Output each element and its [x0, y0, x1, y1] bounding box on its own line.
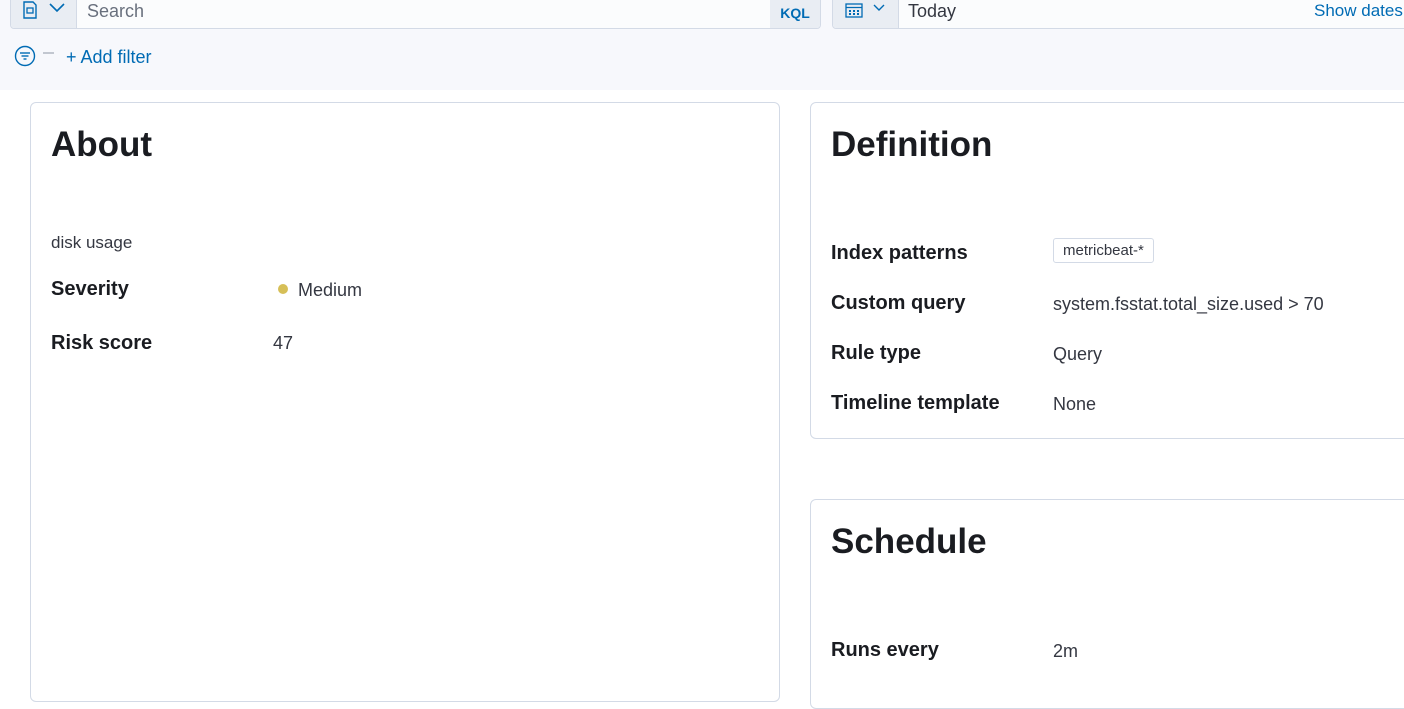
custom-query-value: system.fsstat.total_size.used > 70 — [1053, 294, 1324, 314]
date-quick-menu-button[interactable] — [833, 0, 899, 28]
risk-score-value: 47 — [273, 333, 294, 353]
about-title: About — [51, 125, 153, 164]
index-patterns-label: Index patterns — [831, 242, 968, 264]
show-dates-button[interactable]: Show dates — [1314, 1, 1403, 21]
calendar-icon — [845, 3, 863, 18]
custom-query-label: Custom query — [831, 292, 966, 314]
filter-icon — [14, 45, 36, 67]
rule-type-value: Query — [1053, 344, 1103, 364]
query-bar: KQL Today Show dates — [0, 0, 1404, 90]
severity-indicator-icon — [278, 284, 288, 294]
rule-description: disk usage — [51, 233, 133, 252]
chevron-down-icon — [873, 4, 885, 11]
definition-panel: Definition Index patterns metricbeat-* C… — [810, 102, 1404, 439]
search-input[interactable] — [87, 0, 767, 28]
date-range-value[interactable]: Today — [908, 1, 956, 22]
definition-title: Definition — [831, 125, 993, 164]
schedule-panel: Schedule Runs every 2m — [810, 499, 1404, 709]
risk-score-label: Risk score — [51, 332, 153, 354]
runs-every-value: 2m — [1053, 641, 1079, 661]
search-bar: KQL — [10, 0, 821, 29]
severity-value: Medium — [298, 280, 363, 300]
filter-separator — [43, 52, 54, 54]
add-filter-button[interactable]: + Add filter — [66, 47, 152, 68]
saved-query-icon — [23, 1, 37, 19]
rule-type-label: Rule type — [831, 342, 922, 364]
chevron-down-icon — [49, 3, 65, 13]
filter-options-button[interactable] — [14, 45, 36, 67]
schedule-title: Schedule — [831, 522, 987, 561]
date-picker: Today Show dates — [832, 0, 1404, 29]
query-language-label: KQL — [780, 5, 810, 21]
timeline-template-value: None — [1053, 394, 1097, 414]
runs-every-label: Runs every — [831, 639, 939, 661]
about-panel: About disk usage Severity Medium Risk sc… — [30, 102, 780, 702]
query-language-button[interactable]: KQL — [770, 0, 820, 28]
timeline-template-label: Timeline template — [831, 392, 1000, 414]
saved-query-button[interactable] — [11, 0, 77, 28]
index-pattern-badge: metricbeat-* — [1053, 238, 1154, 263]
severity-label: Severity — [51, 278, 129, 300]
